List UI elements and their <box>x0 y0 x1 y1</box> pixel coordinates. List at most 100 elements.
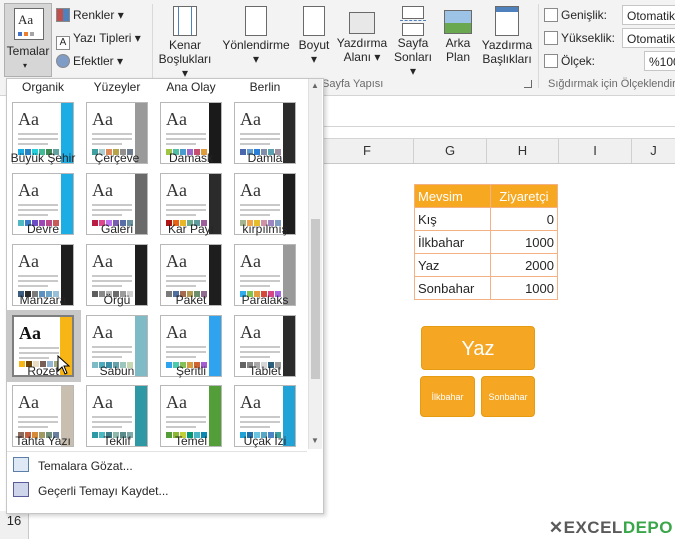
theme-name-çerçeve[interactable]: Çerçeve <box>84 151 150 165</box>
row-number: 16 <box>6 513 22 528</box>
theme-name-manzara[interactable]: Manzara <box>10 293 76 307</box>
theme-sample-line <box>18 138 58 140</box>
smartart-top-box[interactable]: Yaz <box>421 326 535 370</box>
browse-themes-item[interactable]: Temalara Gözat... <box>13 455 133 477</box>
width-select[interactable]: Otomatik <box>622 5 675 25</box>
header-cell[interactable]: Ziyaretçi <box>489 184 559 208</box>
print-titles-button[interactable]: Yazdırma Başlıkları <box>480 6 534 66</box>
theme-sample-line <box>18 214 48 216</box>
background-button[interactable]: Arka Plan <box>438 6 478 64</box>
theme-sample-line <box>18 280 58 282</box>
theme-sample-line <box>19 357 49 359</box>
fonts-icon: A <box>56 36 70 50</box>
watermark: ✕EXCELDEPO <box>549 518 673 538</box>
theme-sample-line <box>18 143 48 145</box>
print-area-button[interactable]: Yazdırma Alanı ▾ <box>334 6 390 64</box>
theme-name-büyük-şehir[interactable]: Büyük Şehir <box>10 151 76 165</box>
colors-button[interactable]: Renkler ▾ <box>56 6 124 24</box>
column-header-f[interactable]: F <box>321 139 414 163</box>
theme-sample-text: Aa <box>166 109 187 129</box>
header-cell[interactable]: Mevsim <box>414 184 491 208</box>
table-cell[interactable]: 1000 <box>489 276 559 300</box>
table-cell[interactable]: İlkbahar <box>414 230 491 254</box>
height-select[interactable]: Otomatik <box>622 28 675 48</box>
print-titles-icon <box>495 6 519 36</box>
size-button[interactable]: Boyut ▾ <box>294 6 334 66</box>
print-area-label: Yazdırma Alanı <box>336 36 388 64</box>
table-cell[interactable]: 0 <box>489 207 559 231</box>
theme-name-uçak-i-zi[interactable]: Uçak İzi <box>232 434 298 448</box>
theme-sample-line <box>92 351 132 353</box>
formula-bar[interactable] <box>321 96 675 127</box>
table-row: Yaz 2000 <box>414 253 559 277</box>
theme-sample-text: Aa <box>240 109 261 129</box>
watermark-excel: EXCEL <box>563 518 623 537</box>
theme-name-paket[interactable]: Paket <box>158 293 224 307</box>
gallery-scrollbar[interactable]: ▲ ▼ <box>308 79 322 449</box>
print-titles-label: Yazdırma Başlıkları <box>481 38 533 66</box>
table-cell[interactable]: Sonbahar <box>414 276 491 300</box>
theme-name-kırpılmış[interactable]: kırpılmış <box>232 222 298 236</box>
theme-sample-line <box>240 138 280 140</box>
table-cell[interactable]: 2000 <box>489 253 559 277</box>
theme-sample-text: Aa <box>240 392 261 412</box>
theme-sample-text: Aa <box>240 322 261 342</box>
save-theme-item[interactable]: Geçerli Temayı Kaydet... <box>13 480 169 502</box>
theme-name-galeri[interactable]: Galeri <box>84 222 150 236</box>
smartart-left-box[interactable]: İlkbahar <box>420 376 475 417</box>
scroll-up-icon[interactable]: ▲ <box>311 81 319 90</box>
scroll-down-icon[interactable]: ▼ <box>311 436 319 445</box>
theme-name-kar-payı[interactable]: Kar Payı <box>158 222 224 236</box>
theme-sample-line <box>166 416 206 418</box>
themes-icon: Aa <box>14 8 44 40</box>
themes-button[interactable]: Aa Temalar ▾ <box>4 3 52 77</box>
theme-name-örgü[interactable]: Örgü <box>84 293 150 307</box>
theme-sample-line <box>92 356 122 358</box>
smartart-right-box[interactable]: Sonbahar <box>481 376 535 417</box>
theme-name-temel[interactable]: Temel <box>158 434 224 448</box>
theme-name-devre[interactable]: Devre <box>10 222 76 236</box>
theme-sample-line <box>18 275 58 277</box>
row-header[interactable]: 16 <box>0 511 29 539</box>
table-header-row: Mevsim Ziyaretçi <box>414 184 559 208</box>
table-cell[interactable]: Yaz <box>414 253 491 277</box>
save-theme-label: Geçerli Temayı Kaydet... <box>38 484 169 498</box>
theme-sample-line <box>166 356 196 358</box>
width-label: Genişlik: <box>544 6 607 24</box>
theme-sample-line <box>92 426 122 428</box>
data-table: Mevsim Ziyaretçi Kış 0 İlkbahar 1000 Yaz 20… <box>414 184 559 300</box>
theme-sample-line <box>166 133 206 135</box>
column-header-j[interactable]: J <box>632 139 675 163</box>
theme-name-damask[interactable]: Damask <box>158 151 224 165</box>
effects-icon <box>56 54 70 68</box>
margins-button[interactable]: Kenar Boşlukları ▾ <box>154 6 216 80</box>
theme-name-tahta-yazı[interactable]: Tahta Yazı <box>10 434 76 448</box>
theme-name-damla[interactable]: Damla <box>232 151 298 165</box>
orientation-icon <box>245 6 267 36</box>
theme-sample-line <box>92 143 122 145</box>
theme-sample-line <box>240 285 270 287</box>
table-cell[interactable]: 1000 <box>489 230 559 254</box>
column-header-i[interactable]: I <box>559 139 632 163</box>
scale-spinner[interactable]: %100 <box>644 51 675 71</box>
theme-name-teklif[interactable]: Teklif <box>84 434 150 448</box>
theme-name-paralaks[interactable]: Paralaks <box>232 293 298 307</box>
column-header-h[interactable]: H <box>487 139 559 163</box>
size-icon <box>303 6 325 36</box>
column-header-g[interactable]: G <box>414 139 487 163</box>
effects-button[interactable]: Efektler ▾ <box>56 52 123 70</box>
scroll-thumb[interactable] <box>311 219 320 379</box>
theme-name-sabun[interactable]: Sabun <box>84 364 150 378</box>
dialog-launcher-icon[interactable] <box>524 80 532 88</box>
theme-sample-line <box>240 280 280 282</box>
theme-name-şeritli[interactable]: Şeritli <box>158 364 224 378</box>
size-label: Boyut <box>298 38 330 52</box>
breaks-button[interactable]: Sayfa Sonları ▾ <box>392 6 434 78</box>
orientation-button[interactable]: Yönlendirme ▾ <box>220 6 292 66</box>
colors-label: Renkler <box>73 8 115 22</box>
theme-sample-text: Aa <box>92 109 113 129</box>
fonts-button[interactable]: A Yazı Tipleri ▾ <box>56 29 141 50</box>
theme-sample-line <box>18 204 58 206</box>
theme-name-tablet[interactable]: Tablet <box>232 364 298 378</box>
table-cell[interactable]: Kış <box>414 207 491 231</box>
